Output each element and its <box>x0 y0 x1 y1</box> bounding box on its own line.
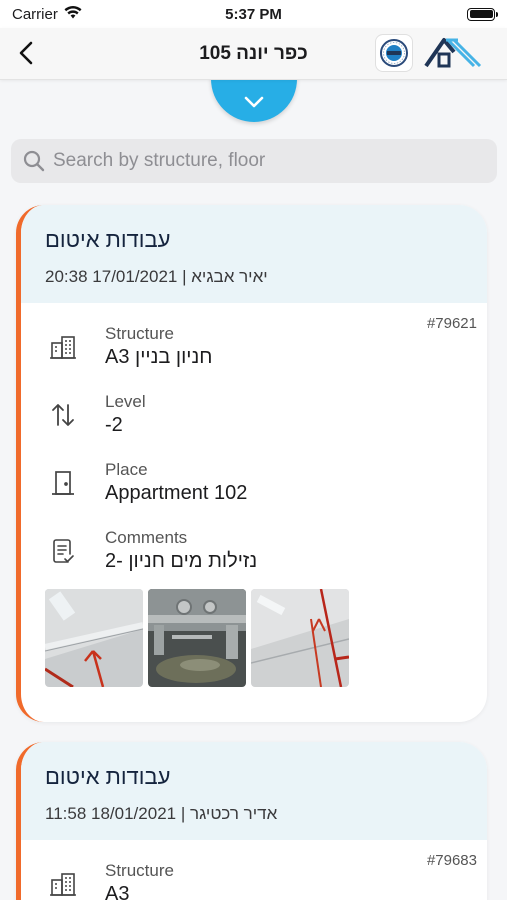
structure-field: Structure A3 <box>45 850 467 900</box>
photo-thumbnail[interactable] <box>45 589 143 687</box>
door-icon <box>47 467 79 499</box>
wifi-icon <box>64 5 82 23</box>
status-bar: Carrier 5:37 PM <box>0 0 507 28</box>
card-body: #79621 Structure חניון בניין A3 Level -2 <box>21 303 487 703</box>
back-button[interactable] <box>12 38 40 68</box>
search-bar <box>11 139 497 183</box>
comments-value: נזילות מים חניון -2 <box>105 550 258 572</box>
comments-label: Comments <box>105 528 188 547</box>
place-label: Place <box>105 460 148 479</box>
card-title: עבודות איטום <box>45 764 171 789</box>
nav-bar: כפר יונה 105 <box>0 28 507 80</box>
comments-field: Comments נזילות מים חניון -2 <box>45 517 467 585</box>
meta-separator: | <box>176 804 190 823</box>
card-meta: אדיר רכטיגר | 18/01/2021 11:58 <box>45 804 459 824</box>
structure-label: Structure <box>105 861 174 880</box>
level-field: Level -2 <box>45 381 467 449</box>
photo-thumbnails <box>45 589 467 687</box>
card-header: עבודות איטום אדיר רכטיגר | 18/01/2021 11… <box>21 742 487 840</box>
meta-separator: | <box>177 267 192 286</box>
status-left: Carrier <box>12 6 82 23</box>
card-author: אדיר רכטיגר <box>189 804 278 823</box>
building-icon <box>47 331 79 363</box>
level-value: -2 <box>105 414 123 436</box>
card-datetime: 17/01/2021 20:38 <box>45 267 178 286</box>
structure-label: Structure <box>105 324 174 343</box>
place-value: Appartment 102 <box>105 482 248 504</box>
card-id: #79621 <box>426 315 477 332</box>
card-id: #79683 <box>426 852 477 869</box>
carrier-label: Carrier <box>12 5 58 23</box>
place-field: Place Appartment 102 <box>45 449 467 517</box>
level-label: Level <box>105 392 146 411</box>
card-author: יאיר אבגיא <box>191 267 268 286</box>
document-check-icon <box>47 535 79 567</box>
photo-thumbnail[interactable] <box>251 589 349 687</box>
battery-icon <box>467 7 498 21</box>
search-icon <box>23 150 45 172</box>
card-body: #79683 Structure A3 <box>21 840 487 900</box>
structure-field: Structure חניון בניין A3 <box>45 313 467 381</box>
card-datetime: 18/01/2021 11:58 <box>45 804 177 823</box>
brand-logo <box>424 32 482 74</box>
report-card[interactable]: עבודות איטום אדיר רכטיגר | 18/01/2021 11… <box>16 742 487 900</box>
building-icon <box>47 868 79 900</box>
report-card[interactable]: עבודות איטום יאיר אבגיא | 17/01/2021 20:… <box>16 205 487 722</box>
structure-value: A3 <box>105 883 130 900</box>
chevron-left-icon <box>19 41 33 65</box>
search-input[interactable] <box>53 150 483 172</box>
sort-arrows-icon <box>47 399 79 431</box>
structure-value: חניון בניין A3 <box>105 346 213 368</box>
partner-logo <box>375 34 413 72</box>
chevron-down-icon <box>244 96 264 108</box>
card-meta: יאיר אבגיא | 17/01/2021 20:38 <box>45 267 459 287</box>
card-title: עבודות איטום <box>45 227 171 252</box>
card-header: עבודות איטום יאיר אבגיא | 17/01/2021 20:… <box>21 205 487 303</box>
photo-thumbnail[interactable] <box>148 589 246 687</box>
